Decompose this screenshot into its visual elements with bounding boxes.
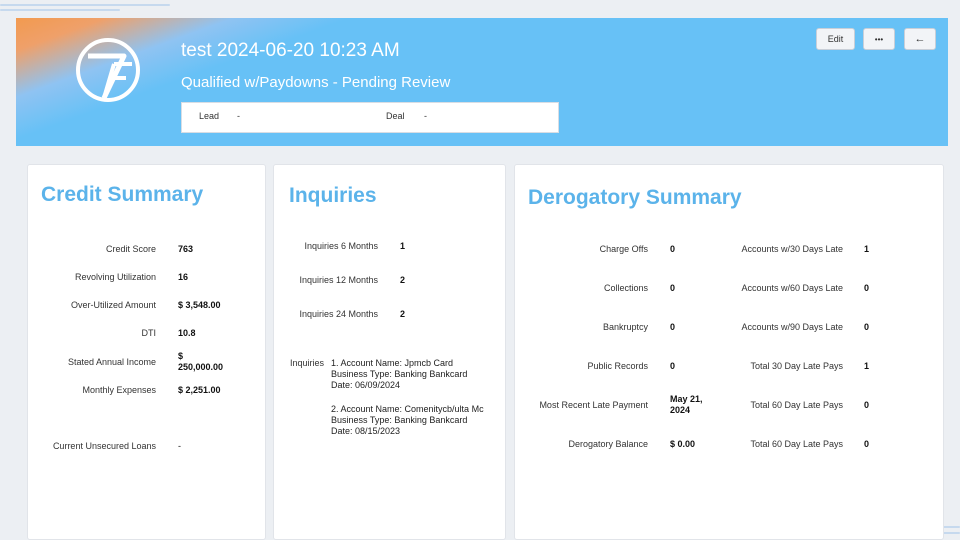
monthly-expenses-label: Monthly Expenses (82, 385, 156, 395)
inquiries-24-months-value: 2 (400, 309, 406, 319)
bankruptcy-label: Bankruptcy (602, 322, 648, 332)
deal-title: test 2024-06-20 10:23 AM (181, 40, 400, 61)
inquiries-12-months-value: 2 (400, 275, 406, 285)
dti-value: 10.8 (178, 328, 196, 338)
stated-annual-income-value: $ 250,000.00 (178, 351, 223, 373)
stated-annual-income-amount: 250,000.00 (178, 361, 224, 372)
inquiry-business-type: Business Type: Banking Bankcard (331, 368, 468, 379)
back-arrow-icon[interactable]: ← (904, 28, 936, 50)
current-unsecured-loans-label: Current Unsecured Loans (52, 441, 156, 451)
total-60-day-late-pays-value: 0 (864, 400, 870, 410)
lead-value[interactable]: - (237, 111, 240, 121)
inquiries-24-months-label: Inquiries 24 Months (299, 309, 378, 319)
dti-label: DTI (141, 328, 157, 338)
charge-offs-value: 0 (670, 244, 676, 254)
public-records-label: Public Records (587, 361, 648, 371)
inquiries-12-months-label: Inquiries 12 Months (299, 275, 378, 285)
credit-score-value: 763 (178, 244, 194, 254)
lead-label: Lead (199, 111, 220, 121)
deal-status: Qualified w/Paydowns - Pending Review (181, 74, 451, 91)
monthly-expenses-value: $ 2,251.00 (178, 385, 221, 395)
inquiries-title: Inquiries (289, 184, 377, 207)
company-logo (76, 38, 140, 102)
deal-label: Deal (386, 111, 405, 121)
background-stripe (0, 9, 120, 11)
credit-summary-card: Credit Summary Credit Score 763 Revolvin… (27, 164, 266, 540)
inquiries-list-label: Inquiries (289, 358, 324, 368)
derogatory-summary-card: Derogatory Summary Charge Offs 0 Collect… (514, 164, 944, 540)
background-stripe (0, 4, 170, 6)
lead-deal-bar: Lead - Deal - (181, 102, 559, 133)
late-payment-year: 2024 (670, 404, 691, 415)
derogatory-balance-value: $ 0.00 (670, 439, 696, 449)
inquiry-account-name: 2. Account Name: Comenitycb/ulta Mc (331, 404, 484, 414)
inquiry-business-type: Business Type: Banking Bankcard (331, 414, 468, 425)
charge-offs-label: Charge Offs (599, 244, 648, 254)
bankruptcy-value: 0 (670, 322, 676, 332)
current-unsecured-loans-value: - (178, 441, 181, 451)
most-recent-late-payment-value: May 21, 2024 (670, 394, 703, 416)
inquiries-6-months-value: 1 (400, 241, 406, 251)
accounts-90-days-late-label: Accounts w/90 Days Late (741, 322, 843, 332)
stated-annual-income-label: Stated Annual Income (67, 357, 156, 367)
accounts-30-days-late-label: Accounts w/30 Days Late (741, 244, 843, 254)
credit-summary-title: Credit Summary (41, 183, 204, 206)
inquiry-item: 1. Account Name: Jpmcb Card Business Typ… (331, 358, 467, 391)
collections-value: 0 (670, 283, 676, 293)
total-30-day-late-pays-label: Total 30 Day Late Pays (750, 361, 843, 371)
edit-button[interactable]: Edit (816, 28, 855, 50)
over-utilized-amount-label: Over-Utilized Amount (70, 300, 156, 310)
inquiries-6-months-label: Inquiries 6 Months (304, 241, 378, 251)
accounts-60-days-late-value: 0 (864, 283, 870, 293)
inquiries-card: Inquiries Inquiries 6 Months 1 Inquiries… (273, 164, 506, 540)
derogatory-summary-title: Derogatory Summary (528, 186, 742, 209)
collections-label: Collections (603, 283, 648, 293)
late-payment-date: May 21, (670, 394, 703, 404)
public-records-value: 0 (670, 361, 676, 371)
total-30-day-late-pays-value: 1 (864, 361, 870, 371)
total-60-day-late-pays-label: Total 60 Day Late Pays (750, 400, 843, 410)
inquiry-date: Date: 06/09/2024 (331, 379, 401, 390)
inquiry-item: 2. Account Name: Comenitycb/ulta Mc Busi… (331, 404, 484, 437)
revolving-utilization-value: 16 (178, 272, 189, 282)
derogatory-balance-label: Derogatory Balance (568, 439, 648, 449)
revolving-utilization-label: Revolving Utilization (74, 272, 156, 282)
credit-score-label: Credit Score (105, 244, 156, 254)
accounts-30-days-late-value: 1 (864, 244, 870, 254)
accounts-60-days-late-label: Accounts w/60 Days Late (741, 283, 843, 293)
inquiry-date: Date: 08/15/2023 (331, 425, 401, 436)
total-60-day-late-pays-label: Total 60 Day Late Pays (750, 439, 843, 449)
inquiry-account-name: 1. Account Name: Jpmcb Card (331, 358, 454, 368)
deal-value[interactable]: - (424, 111, 427, 121)
over-utilized-amount-value: $ 3,548.00 (178, 300, 221, 310)
accounts-90-days-late-value: 0 (864, 322, 870, 332)
more-options-button[interactable]: ••• (863, 28, 895, 50)
stated-annual-income-currency: $ (178, 351, 184, 361)
most-recent-late-payment-label: Most Recent Late Payment (539, 400, 648, 410)
deal-header: test 2024-06-20 10:23 AM Qualified w/Pay… (16, 18, 948, 146)
total-60-day-late-pays-value: 0 (864, 439, 870, 449)
